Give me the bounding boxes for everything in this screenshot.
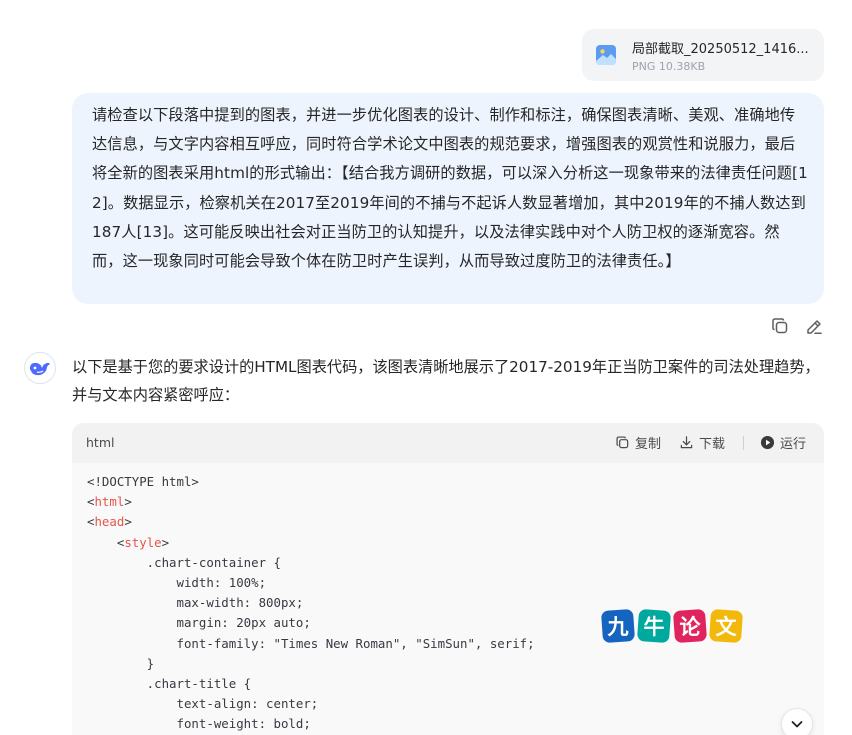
code-text: font-family: "Times New Roman", "SimSun"…: [87, 635, 535, 651]
code-language-label: html: [86, 435, 115, 450]
code-text: >: [161, 534, 170, 550]
attachment-card[interactable]: 局部截取_20250512_1416... PNG 10.38KB: [582, 29, 824, 81]
watermark-char: 文: [716, 615, 738, 639]
edit-icon[interactable]: [804, 316, 824, 336]
watermark-tile: 论: [673, 609, 707, 643]
code-text: >: [124, 514, 132, 530]
toolbar-divider: [742, 435, 744, 450]
code-run-button[interactable]: 运行: [760, 433, 806, 452]
code-copy-button[interactable]: 复制: [615, 433, 661, 452]
code-tag-name: style: [124, 534, 162, 550]
code-line: <head>: [87, 512, 824, 532]
code-block: html 复制 下载 运行 <!DOCTYPE html> <html> <he…: [72, 423, 824, 735]
watermark-logo: 九牛论文: [601, 609, 743, 643]
code-line: }: [87, 654, 824, 674]
copy-icon[interactable]: [770, 316, 790, 336]
user-message-text: 请检查以下段落中提到的图表，并进一步优化图表的设计、制作和标注，确保图表清晰、美…: [92, 106, 808, 271]
chevron-down-icon: [791, 721, 803, 728]
watermark-tile: 九: [601, 609, 635, 643]
watermark-char: 牛: [644, 615, 665, 639]
watermark-char: 论: [680, 615, 702, 639]
download-icon: [680, 436, 693, 449]
code-copy-label: 复制: [634, 437, 661, 452]
code-text: width: 100%;: [87, 574, 267, 590]
assistant-avatar: [24, 352, 56, 384]
code-text: >: [124, 494, 132, 510]
code-tag-name: head: [94, 514, 125, 530]
assistant-message-text: 以下是基于您的要求设计的HTML图表代码，该图表清晰地展示了2017-2019年…: [72, 358, 820, 404]
code-toolbar: 复制 下载 运行: [615, 433, 806, 452]
code-text: <!DOCTYPE html>: [87, 474, 199, 489]
code-text: }: [87, 655, 155, 671]
code-line: font-weight: bold;: [87, 714, 824, 734]
watermark-tile: 牛: [637, 609, 671, 643]
code-text: .chart-container {: [87, 554, 281, 570]
code-text: font-weight: bold;: [87, 716, 311, 732]
watermark-tile: 文: [709, 609, 743, 643]
attachment-file-meta: PNG 10.38KB: [632, 60, 706, 73]
scroll-down-button[interactable]: [781, 708, 813, 735]
code-line: text-align: center;: [87, 694, 824, 714]
code-content: <!DOCTYPE html> <html> <head> <style> .cha…: [72, 463, 824, 735]
code-text: max-width: 800px;: [87, 595, 304, 611]
message-actions: [770, 316, 824, 336]
code-run-label: 运行: [779, 437, 806, 452]
code-line: .chart-title {: [87, 674, 824, 694]
image-file-icon: [596, 45, 616, 65]
code-line: <!DOCTYPE html>: [87, 472, 824, 492]
code-download-button[interactable]: 下载: [679, 433, 725, 452]
code-block-header: html 复制 下载 运行: [72, 423, 824, 463]
code-line: <html>: [87, 492, 824, 512]
code-line: <style>: [87, 533, 824, 553]
chat-page: 局部截取_20250512_1416... PNG 10.38KB 请检查以下段…: [0, 0, 852, 735]
code-text: <: [87, 534, 125, 550]
play-icon: [760, 435, 775, 450]
copy-icon: [616, 436, 629, 449]
code-text: .chart-title {: [87, 675, 252, 691]
code-download-label: 下载: [698, 437, 725, 452]
watermark-char: 九: [607, 615, 629, 639]
attachment-file-name: 局部截取_20250512_1416...: [632, 42, 809, 57]
code-line: .chart-container {: [87, 553, 824, 573]
code-text: text-align: center;: [87, 696, 319, 712]
code-line: width: 100%;: [87, 573, 824, 593]
whale-logo-icon: [29, 362, 50, 376]
user-message-bubble: 请检查以下段落中提到的图表，并进一步优化图表的设计、制作和标注，确保图表清晰、美…: [72, 93, 824, 304]
code-tag-name: html: [94, 494, 125, 510]
code-text: margin: 20px auto;: [87, 615, 311, 631]
